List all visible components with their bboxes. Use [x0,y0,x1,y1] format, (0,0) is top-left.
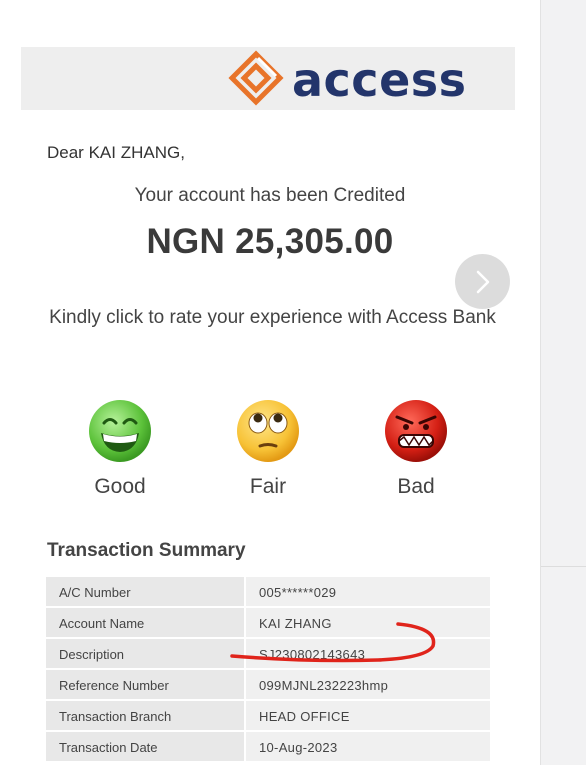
credited-message: Your account has been Credited [134,185,406,206]
row-value: HEAD OFFICE [259,709,350,724]
rating-good-label[interactable]: Good [70,475,170,499]
row-value: 10-Aug-2023 [259,740,338,755]
credited-amount: NGN 25,305.00 [146,222,394,261]
side-divider [541,566,586,567]
next-button[interactable] [455,254,510,309]
row-value: 099MJNL232223hmp [259,678,389,693]
chevron-right-icon [476,270,490,294]
table-row: Reference Number 099MJNL232223hmp [46,670,490,699]
red-annotation-scribble [230,622,436,663]
angry-face-icon[interactable] [384,399,448,463]
transaction-summary-title: Transaction Summary [47,540,246,561]
greeting: Dear KAI ZHANG, [47,143,185,162]
row-value: 005******029 [259,585,337,600]
access-logo-icon [228,50,284,106]
grinning-face-icon[interactable] [88,399,152,463]
eye-roll-face-icon[interactable] [236,399,300,463]
row-label: Description [59,647,125,662]
table-row: A/C Number 005******029 [46,577,490,606]
row-label: A/C Number [59,585,131,600]
row-label: Transaction Branch [59,709,172,724]
side-panel [540,0,586,765]
rating-fair-label[interactable]: Fair [218,475,318,499]
rating-bad-label[interactable]: Bad [366,475,466,499]
brand-wordmark: access [292,53,467,107]
rate-prompt: Kindly click to rate your experience wit… [49,307,496,328]
row-label: Account Name [59,616,145,631]
row-label: Reference Number [59,678,169,693]
table-row: Transaction Date 10-Aug-2023 [46,732,490,761]
row-label: Transaction Date [59,740,158,755]
table-row: Transaction Branch HEAD OFFICE [46,701,490,730]
email-body: access Dear KAI ZHANG, Your account has … [0,0,540,765]
